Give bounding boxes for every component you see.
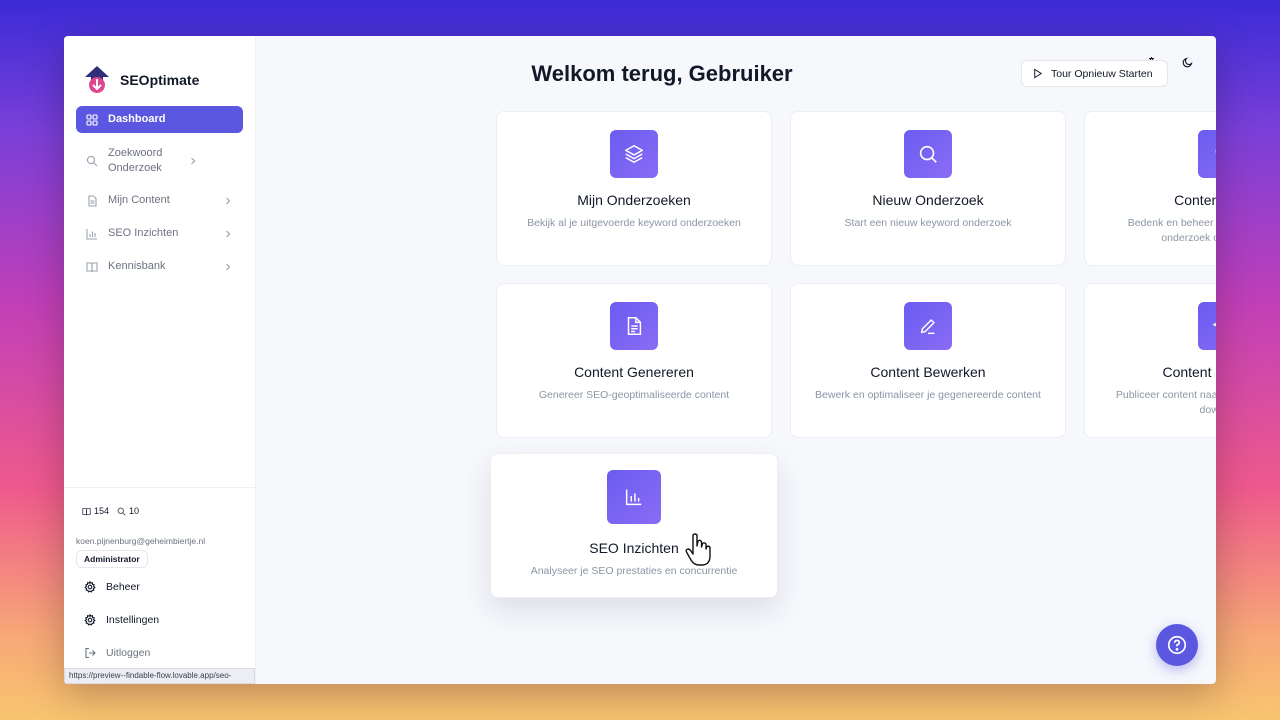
bar-chart-icon: [607, 470, 661, 524]
chevron-right-icon: [188, 156, 198, 166]
page-title: Welkom terug, Gebruiker: [531, 61, 793, 86]
sidebar-item-dashboard[interactable]: Dashboard: [76, 106, 243, 133]
file-icon: [86, 194, 98, 207]
user-email: koen.pijnenburg@geheimbiertje.nl: [76, 536, 206, 546]
gear-icon: [84, 581, 96, 593]
card-description: Start een nieuw keyword onderzoek: [844, 217, 1012, 229]
document-icon: [610, 302, 658, 350]
card-seo-insights[interactable]: SEO Inzichten Analyseer je SEO prestatie…: [490, 453, 778, 598]
search-icon: [86, 155, 98, 167]
book-icon: [82, 507, 91, 515]
admin-link[interactable]: Beheer: [76, 573, 243, 601]
brand[interactable]: SEOptimate: [64, 36, 255, 106]
card-description: Bekijk al je uitgevoerde keyword onderzo…: [527, 217, 741, 229]
search-icon: [117, 507, 126, 516]
search-count: 10: [117, 506, 139, 516]
admin-label: Beheer: [106, 581, 140, 593]
restart-tour-button[interactable]: Tour Opnieuw Starten: [1021, 60, 1168, 87]
sidebar-item-label: Mijn Content: [108, 194, 170, 206]
card-content-ideas[interactable]: Content Ideeën Bedenk en beheer content …: [1084, 111, 1216, 266]
book-icon: [86, 261, 98, 273]
card-edit-content[interactable]: Content Bewerken Bewerk en optimaliseer …: [790, 283, 1066, 438]
card-title: Content Bewerken: [870, 364, 986, 380]
bar-chart-icon: [86, 228, 98, 240]
app-window: SEOptimate Dashboard Zoekwoord Onderzoek: [64, 36, 1216, 684]
card-my-research[interactable]: Mijn Onderzoeken Bekijk al je uitgevoerd…: [496, 111, 772, 266]
lightbulb-icon: [1198, 130, 1216, 178]
sidebar-nav: Dashboard Zoekwoord Onderzoek Mijn Conte…: [64, 106, 255, 280]
help-circle-icon: [1167, 635, 1187, 655]
restart-tour-label: Tour Opnieuw Starten: [1051, 67, 1153, 80]
search-icon: [904, 130, 952, 178]
send-icon: [1198, 302, 1216, 350]
sidebar-item-my-content[interactable]: Mijn Content: [76, 187, 243, 214]
sidebar-item-label: Zoekwoord Onderzoek: [108, 147, 163, 174]
brand-name: SEOptimate: [120, 72, 200, 88]
card-description: Bedenk en beheer content ideeën vanuit o…: [1127, 217, 1216, 244]
search-count-value: 10: [129, 506, 140, 516]
card-description: Bewerk en optimaliseer je gegenereerde c…: [815, 389, 1041, 401]
card-title: Content Genereren: [574, 364, 694, 380]
usage-counts: 154 10: [76, 506, 243, 516]
sidebar: SEOptimate Dashboard Zoekwoord Onderzoek: [64, 36, 256, 684]
role-badge: Administrator: [76, 550, 148, 568]
main-content: Welkom terug, Gebruiker Tour Opnieuw Sta…: [256, 36, 1216, 684]
sidebar-item-knowledge-base[interactable]: Kennisbank: [76, 253, 243, 280]
sidebar-item-seo-insights[interactable]: SEO Inzichten: [76, 220, 243, 247]
sidebar-item-label: SEO Inzichten: [108, 227, 179, 239]
chevron-right-icon: [223, 196, 233, 206]
pen-icon: [904, 302, 952, 350]
card-publish-content[interactable]: Content Publiceren Publiceer content naa…: [1084, 283, 1216, 438]
card-description: Genereer SEO-geoptimaliseerde content: [538, 389, 730, 401]
article-count-value: 154: [94, 506, 110, 516]
card-description: Publiceer content naar WordPress, Shopif…: [1115, 389, 1216, 416]
layers-icon: [610, 130, 658, 178]
grid-icon: [86, 113, 98, 126]
gear-icon: [84, 614, 96, 626]
help-button[interactable]: [1156, 624, 1198, 666]
status-url: https://preview--findable-flow.lovable.a…: [64, 668, 255, 684]
sidebar-item-label: Dashboard: [108, 113, 166, 125]
sidebar-item-label: Kennisbank: [108, 260, 166, 272]
card-title: Nieuw Onderzoek: [872, 192, 984, 208]
card-title: Content Publiceren: [1162, 364, 1216, 380]
logout-label: Uitloggen: [106, 647, 151, 659]
logout-link[interactable]: Uitloggen: [76, 639, 243, 667]
sidebar-item-keyword-research[interactable]: Zoekwoord Onderzoek: [76, 141, 243, 181]
moon-icon[interactable]: [1182, 56, 1194, 68]
card-title: Content Ideeën: [1174, 192, 1216, 208]
chevron-right-icon: [223, 229, 233, 239]
play-icon: [1034, 68, 1043, 79]
card-title: SEO Inzichten: [589, 540, 679, 556]
card-new-research[interactable]: Nieuw Onderzoek Start een nieuw keyword …: [790, 111, 1066, 266]
settings-label: Instellingen: [106, 614, 160, 626]
logout-icon: [85, 647, 96, 659]
logo-icon: [85, 66, 109, 93]
hand-cursor-icon: [685, 533, 711, 566]
card-generate-content[interactable]: Content Genereren Genereer SEO-geoptimal…: [496, 283, 772, 438]
card-description: Analyseer je SEO prestaties en concurren…: [530, 565, 738, 577]
sidebar-footer: 154 10 koen.pijnenburg@geheimbiertje.nl …: [64, 487, 255, 684]
card-title: Mijn Onderzoeken: [577, 192, 691, 208]
chevron-right-icon: [223, 262, 233, 272]
settings-link[interactable]: Instellingen: [76, 606, 243, 634]
article-count: 154: [82, 506, 109, 516]
